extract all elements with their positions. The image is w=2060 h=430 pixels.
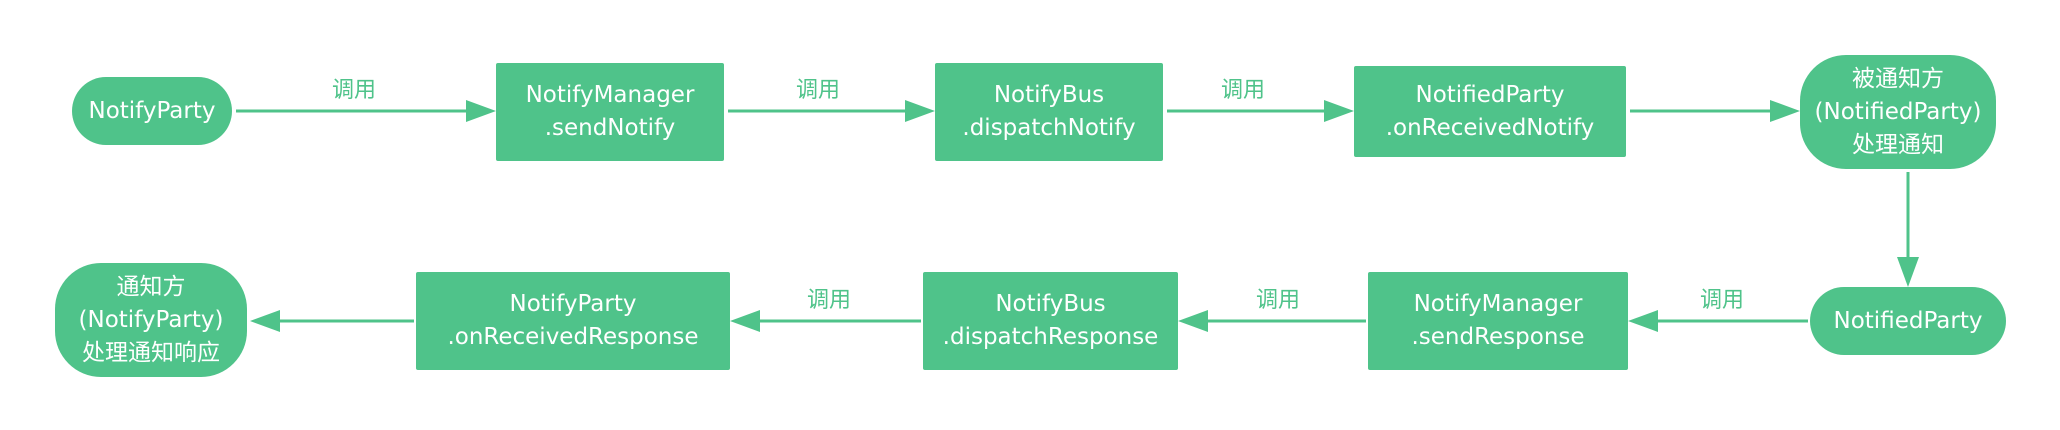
- edge-arrowhead-7: [1178, 310, 1208, 332]
- edge-arrow-4: [1630, 100, 1800, 122]
- edge-arrowhead-2: [905, 100, 935, 122]
- node-notify-party-on-received-response: NotifyParty .onReceivedResponse: [416, 272, 730, 370]
- node-notify-bus-dispatch-response: NotifyBus .dispatchResponse: [923, 272, 1178, 370]
- edge-arrowhead-1: [466, 100, 496, 122]
- edge-label-1: 调用: [332, 78, 377, 103]
- node-notify-bus-dispatch-notify-text: NotifyBus .dispatchNotify: [962, 82, 1136, 141]
- edge-arrow-9: [250, 310, 414, 332]
- node-notify-manager-send-response-text: NotifyManager .sendResponse: [1411, 291, 1585, 350]
- node-notify-bus-dispatch-notify: NotifyBus .dispatchNotify: [935, 63, 1163, 161]
- edge-arrowhead-6: [1628, 310, 1658, 332]
- node-notify-bus-dispatch-response-text: NotifyBus .dispatchResponse: [942, 291, 1159, 350]
- edge-label-3: 调用: [1221, 78, 1266, 103]
- node-notify-party-text: NotifyParty: [88, 97, 216, 124]
- node-notify-manager-send-notify: NotifyManager .sendNotify: [496, 63, 724, 161]
- node-notified-party-handle: 被通知方 (NotifiedParty) 处理通知: [1800, 55, 1996, 169]
- edge-label-5: 调用: [1256, 288, 1301, 313]
- node-notify-party-handle-response: 通知方 (NotifyParty) 处理通知响应: [55, 263, 247, 377]
- node-notified-party-on-received-notify-text: NotifiedParty .onReceivedNotify: [1385, 81, 1595, 141]
- edge-arrowhead-3: [1324, 100, 1354, 122]
- edge-label-2: 调用: [796, 78, 841, 103]
- edge-arrow-5: [1897, 172, 1919, 287]
- node-notify-party-handle-response-text: 通知方 (NotifyParty) 处理通知响应: [78, 273, 224, 366]
- node-notified-party-handle-text: 被通知方 (NotifiedParty) 处理通知: [1814, 65, 1982, 158]
- edge-arrowhead-8: [730, 310, 760, 332]
- node-notify-manager-send-response: NotifyManager .sendResponse: [1368, 272, 1628, 370]
- node-notified-party: NotifiedParty: [1810, 287, 2006, 355]
- node-notify-party-on-received-response-text: NotifyParty .onReceivedResponse: [447, 291, 699, 350]
- node-notified-party-on-received-notify: NotifiedParty .onReceivedNotify: [1354, 66, 1626, 157]
- node-notified-party-text: NotifiedParty: [1833, 307, 1983, 334]
- edge-label-6: 调用: [807, 288, 852, 313]
- flow-diagram: NotifyParty NotifyManager .sendNotify No…: [0, 0, 2060, 430]
- edge-label-4: 调用: [1700, 288, 1745, 313]
- node-notify-party: NotifyParty: [72, 77, 232, 145]
- node-notify-manager-send-notify-text: NotifyManager .sendNotify: [525, 82, 695, 141]
- edge-arrowhead-9: [250, 310, 280, 332]
- edge-arrowhead-5: [1897, 257, 1919, 287]
- edge-arrowhead-4: [1770, 100, 1800, 122]
